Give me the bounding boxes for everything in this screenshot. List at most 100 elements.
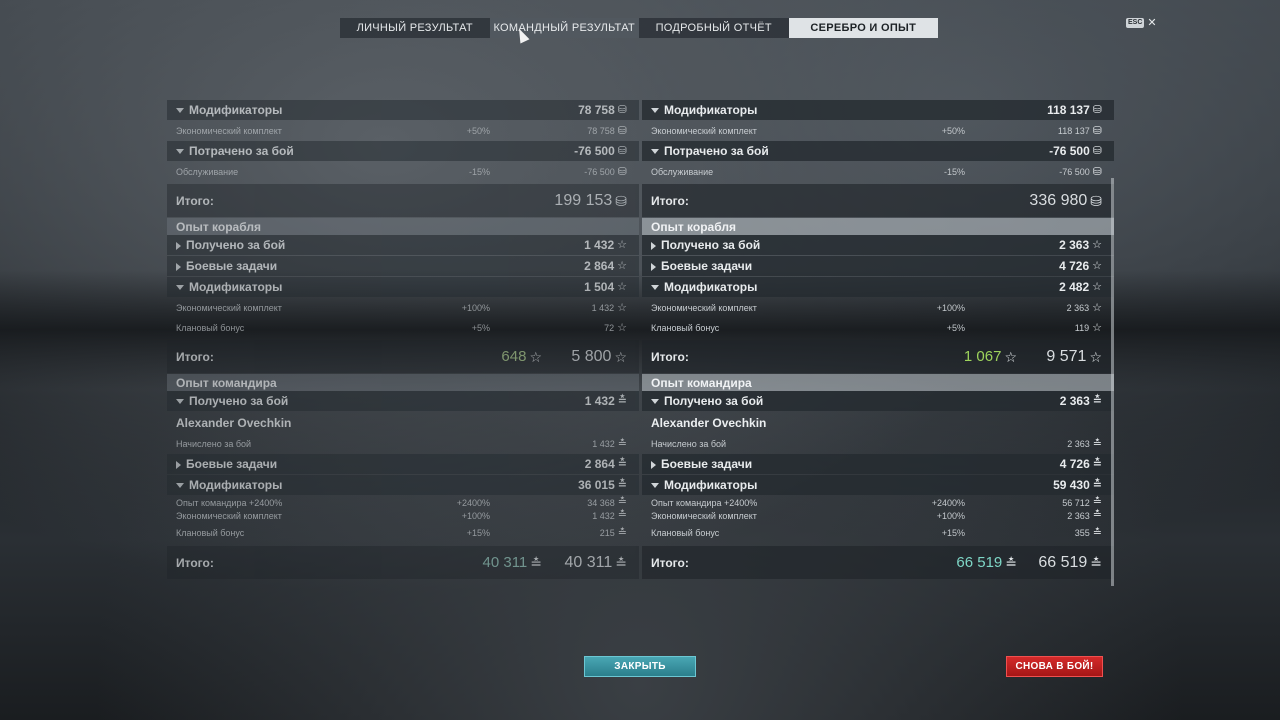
ship-clan-row: Клановый бонус +5% 72 ☆: [167, 318, 639, 338]
row-value: 2 363 ≛: [1067, 509, 1102, 521]
credits-icon: ⛁: [1092, 124, 1102, 137]
credits-icon: ⛁: [1092, 144, 1102, 157]
commander-modifiers-row[interactable]: Модификаторы 36 015 ≛: [167, 475, 639, 495]
section-title: Опыт командира: [176, 375, 277, 390]
tab-team-result[interactable]: КОМАНДНЫЙ РЕЗУЛЬТАТ: [489, 18, 639, 38]
row-value: 4 726 ☆: [1059, 259, 1102, 273]
commander-modifiers-row[interactable]: Модификаторы 59 430 ≛: [642, 475, 1114, 495]
credits-modifiers-row[interactable]: Модификаторы 118 137 ⛁: [642, 100, 1114, 120]
row-label: Опыт командира +2400%: [176, 497, 283, 508]
star-icon: ☆: [1089, 348, 1102, 365]
ship-total-row: Итого: 1 067 ☆ 9 571 ☆: [642, 340, 1114, 373]
total-label: Итого:: [176, 555, 214, 570]
ship-modifiers-row[interactable]: Модификаторы 2 482 ☆: [642, 277, 1114, 297]
row-value: 2 363 ≛: [1067, 437, 1102, 450]
star-icon: ☆: [617, 238, 627, 251]
credits-icon: ⛁: [617, 124, 627, 137]
row-percent: +5%: [471, 323, 490, 333]
credits-modifiers-row[interactable]: Модификаторы 78 758 ⛁: [167, 100, 639, 120]
close-icon: ✕: [1147, 17, 1157, 29]
commander-name: Alexander Ovechkin: [642, 412, 1114, 434]
row-value: 2 363 ☆: [1059, 238, 1102, 252]
commander-cmd-xp-row: Опыт командира +2400% +2400% 34 368 ≛: [167, 496, 639, 509]
row-label: Экономический комплект: [651, 303, 757, 313]
credits-total-row: Итого: 336 980 ⛁: [642, 184, 1114, 217]
row-value: 1 432 ≛: [584, 394, 627, 408]
total-value: 9 571 ☆: [1046, 347, 1102, 365]
total-value: 66 519 ≛: [1038, 553, 1102, 571]
row-label: Модификаторы: [651, 478, 757, 492]
credits-spent-row[interactable]: Потрачено за бой -76 500 ⛁: [642, 141, 1114, 161]
row-label: Получено за бой: [176, 238, 285, 252]
row-label: Боевые задачи: [651, 259, 752, 273]
row-value: 78 758 ⛁: [578, 103, 627, 117]
credits-spent-row[interactable]: Потрачено за бой -76 500 ⛁: [167, 141, 639, 161]
scrollbar[interactable]: [1111, 178, 1114, 586]
total-value: 5 800 ☆: [571, 347, 627, 365]
row-label: Модификаторы: [651, 103, 757, 117]
row-label: Экономический комплект: [176, 126, 282, 136]
row-value: 1 432 ☆: [584, 238, 627, 252]
ship-tasks-row[interactable]: Боевые задачи 2 864 ☆: [167, 256, 639, 276]
ship-tasks-row[interactable]: Боевые задачи 4 726 ☆: [642, 256, 1114, 276]
row-label: Клановый бонус: [176, 323, 245, 333]
ship-modifiers-row[interactable]: Модификаторы 1 504 ☆: [167, 277, 639, 297]
row-label: Получено за бой: [651, 238, 760, 252]
section-title: Опыт корабля: [651, 219, 736, 234]
row-value: 78 758 ⛁: [587, 124, 627, 137]
ship-earned-row[interactable]: Получено за бой 2 363 ☆: [642, 235, 1114, 255]
row-label: Клановый бонус: [176, 528, 245, 538]
row-percent: +50%: [941, 126, 965, 136]
elite-xp-value: 40 311 ≛: [482, 554, 543, 571]
credits-total-row: Итого: 199 153 ⛁: [167, 184, 639, 217]
section-title: Опыт корабля: [176, 219, 261, 234]
commander-economic-row: Экономический комплект +100% 1 432 ≛: [167, 509, 639, 522]
ship-xp-header: Опыт корабля: [642, 218, 1114, 235]
esc-key-icon: ESC: [1126, 18, 1145, 28]
commander-earned-row[interactable]: Получено за бой 2 363 ≛: [642, 391, 1114, 411]
row-value: 36 015 ≛: [578, 478, 627, 492]
row-value: 59 430 ≛: [1053, 478, 1102, 492]
credits-service-row: Обслуживание -15% -76 500 ⛁: [642, 162, 1114, 182]
tab-bar: ЛИЧНЫЙ РЕЗУЛЬТАТ КОМАНДНЫЙ РЕЗУЛЬТАТ ПОД…: [340, 18, 938, 38]
row-label: Экономический комплект: [176, 303, 282, 313]
row-percent: +15%: [941, 528, 965, 538]
row-percent: +5%: [946, 323, 965, 333]
ship-xp-header: Опыт корабля: [167, 218, 639, 235]
row-value: 56 712 ≛: [1062, 496, 1102, 508]
commander-xp-icon: ≛: [615, 554, 627, 571]
commander-earned-row[interactable]: Получено за бой 1 432 ≛: [167, 391, 639, 411]
commander-xp-header: Опыт командира: [642, 374, 1114, 391]
tab-credits-and-xp[interactable]: СЕРЕБРО И ОПЫТ: [788, 18, 938, 38]
commander-cmd-xp-row: Опыт командира +2400% +2400% 56 712 ≛: [642, 496, 1114, 509]
commander-clan-row: Клановый бонус +15% 355 ≛: [642, 522, 1114, 544]
star-icon: ☆: [1004, 348, 1017, 365]
commander-xp-icon: ≛: [1092, 478, 1102, 491]
commander-xp-icon: ≛: [1092, 437, 1102, 450]
commander-xp-icon: ≛: [1092, 526, 1102, 539]
star-icon: ☆: [617, 301, 627, 314]
close-button[interactable]: ЗАКРЫТЬ: [584, 656, 696, 677]
tab-personal-result[interactable]: ЛИЧНЫЙ РЕЗУЛЬТАТ: [340, 18, 490, 38]
row-percent: +15%: [466, 528, 490, 538]
credits-icon: ⛁: [615, 192, 627, 209]
row-value: 4 726 ≛: [1059, 457, 1102, 471]
credits-icon: ⛁: [1092, 165, 1102, 178]
row-label: Опыт командира +2400%: [651, 497, 758, 508]
battle-again-button[interactable]: СНОВА В БОЙ!: [1006, 656, 1103, 677]
row-value: 1 432 ≛: [592, 437, 627, 450]
row-label: Клановый бонус: [651, 323, 720, 333]
row-value: -76 500 ⛁: [584, 165, 627, 178]
row-percent: +100%: [461, 510, 490, 521]
row-label: Экономический комплект: [651, 510, 757, 521]
esc-close-button[interactable]: ESC ✕: [1126, 17, 1157, 29]
commander-tasks-row[interactable]: Боевые задачи 2 864 ≛: [167, 454, 639, 474]
ship-earned-row[interactable]: Получено за бой 1 432 ☆: [167, 235, 639, 255]
row-label: Модификаторы: [651, 280, 757, 294]
row-percent: +2400%: [456, 497, 490, 508]
tab-detailed-report[interactable]: ПОДРОБНЫЙ ОТЧЁТ: [639, 18, 789, 38]
ship-clan-row: Клановый бонус +5% 119 ☆: [642, 318, 1114, 338]
commander-xp-icon: ≛: [617, 437, 627, 450]
row-value: 1 432 ≛: [592, 509, 627, 521]
commander-tasks-row[interactable]: Боевые задачи 4 726 ≛: [642, 454, 1114, 474]
